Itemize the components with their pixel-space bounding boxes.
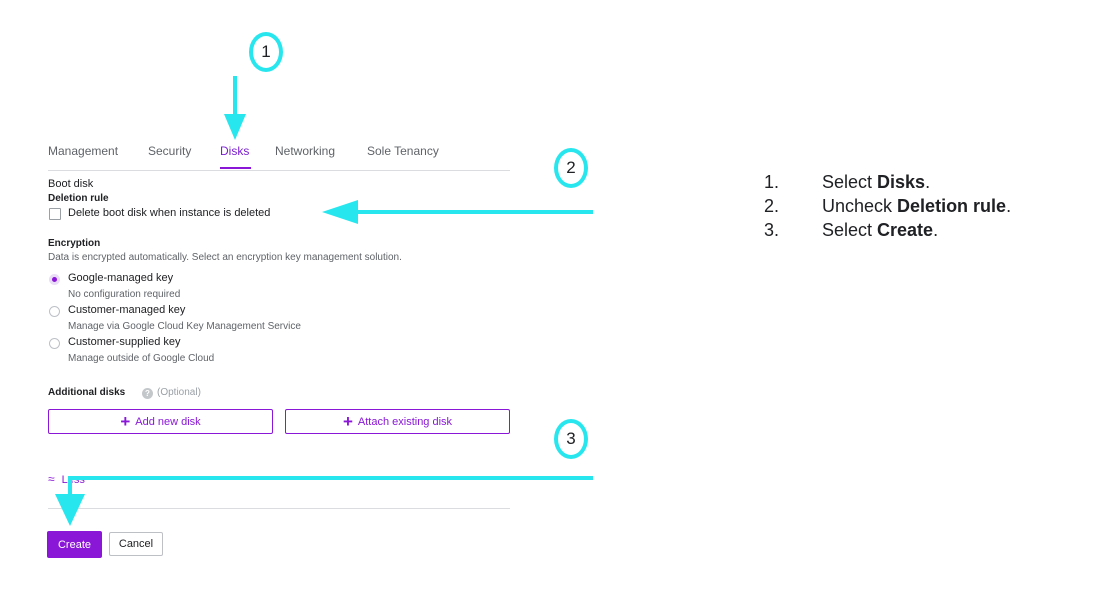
instruction-suffix: . — [933, 219, 939, 240]
arrow-2 — [322, 200, 593, 224]
instruction-bold: Deletion rule — [897, 195, 1007, 216]
callout-2: 2 — [554, 148, 588, 188]
instruction-number: 3. — [764, 219, 780, 240]
instruction-item: 2. Uncheck Deletion rule. — [764, 194, 1011, 218]
arrow-1 — [224, 76, 246, 140]
instruction-number: 1. — [764, 171, 780, 192]
instruction-item: 1. Select Disks. — [764, 170, 1011, 194]
instruction-bold: Disks — [877, 171, 926, 192]
callout-3: 3 — [554, 419, 588, 459]
instruction-suffix: . — [1006, 195, 1012, 216]
instruction-prefix: Uncheck — [822, 195, 898, 216]
annotation-arrows — [55, 76, 593, 526]
instruction-prefix: Select — [822, 171, 878, 192]
callout-1: 1 — [249, 32, 283, 72]
arrow-3 — [55, 476, 593, 526]
instruction-number: 2. — [764, 195, 780, 216]
instruction-prefix: Select — [822, 219, 878, 240]
instructions-list: 1. Select Disks. 2. Uncheck Deletion rul… — [764, 170, 1011, 242]
instruction-item: 3. Select Create. — [764, 218, 1011, 242]
instruction-bold: Create — [877, 219, 934, 240]
instruction-suffix: . — [925, 171, 931, 192]
